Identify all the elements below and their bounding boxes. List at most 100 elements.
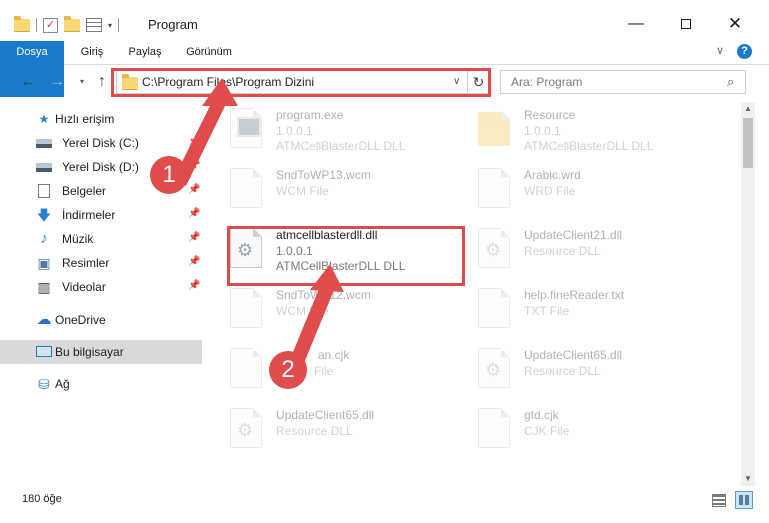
pin-icon[interactable]: 📌 — [188, 280, 200, 291]
file-name: UpdateClient65.dll — [276, 408, 375, 422]
scroll-down-icon[interactable]: ▼ — [741, 472, 755, 486]
refresh-button[interactable]: ↻ — [468, 70, 490, 94]
file-type: WCM File — [276, 304, 329, 318]
large-icons-view-icon[interactable] — [735, 491, 753, 509]
film-icon: ▥ — [37, 279, 51, 295]
file-type: Resource DLL — [524, 364, 601, 378]
pin-icon[interactable]: 📌 — [188, 208, 200, 219]
sidebar-item-network[interactable]: ⛁ Ağ — [0, 372, 202, 396]
dll-file-icon — [230, 408, 262, 448]
text-file-icon — [478, 288, 510, 328]
address-path[interactable]: C:\Program Files\Program Dizini — [142, 75, 314, 89]
file-version: 1.0.0.1 — [276, 244, 313, 258]
back-button[interactable]: ← — [18, 72, 38, 92]
sidebar-item-label: İndirmeler — [62, 208, 116, 222]
list-item[interactable]: UpdateClient65.dll Resource DLL — [210, 402, 450, 458]
tab-view[interactable]: Görünüm — [175, 41, 243, 64]
list-item[interactable]: SndToWP12.wcm WCM File — [210, 282, 450, 338]
sidebar-item-onedrive[interactable]: ☁ OneDrive — [0, 308, 202, 332]
file-list: program.exe 1.0.0.1 ATMCellBlasterDLL DL… — [210, 102, 740, 477]
search-icon[interactable]: ⌕ — [727, 74, 734, 90]
folder-icon — [478, 111, 511, 146]
new-folder-icon[interactable] — [64, 15, 80, 32]
maximize-button[interactable] — [663, 12, 709, 36]
file-name: SndToWP13.wcm — [276, 168, 371, 182]
sidebar-item-label: Yerel Disk (C:) — [62, 136, 139, 150]
picture-icon: ▣ — [37, 255, 51, 271]
help-icon[interactable]: ? — [737, 44, 752, 59]
network-icon: ⛁ — [38, 376, 50, 392]
file-type: File — [314, 364, 334, 378]
details-view-icon[interactable] — [712, 494, 726, 507]
list-item[interactable]: Resource 1.0.0.1 ATMCellBlasterDLL DLL — [458, 102, 698, 158]
pin-icon[interactable]: 📌 — [188, 256, 200, 267]
up-button[interactable]: ↑ — [92, 72, 112, 92]
window-title: Program — [148, 17, 198, 32]
list-item-target-dll[interactable]: atmcellblasterdll.dll 1.0.0.1 ATMCellBla… — [210, 222, 450, 278]
toolbar-separator — [118, 18, 120, 32]
cloud-icon: ☁ — [36, 311, 52, 328]
expand-ribbon-icon[interactable]: ∨ — [716, 44, 724, 57]
sidebar-item-music[interactable]: ♪ Müzik 📌 — [0, 227, 202, 251]
list-item[interactable]: SndToWP13.wcm WCM File — [210, 162, 450, 218]
drive-icon — [36, 163, 52, 172]
dll-file-icon — [478, 228, 510, 268]
list-item[interactable]: UpdateClient21.dll Resource DLL — [458, 222, 698, 278]
download-icon: 🡇 — [36, 207, 52, 223]
sidebar-item-downloads[interactable]: 🡇 İndirmeler 📌 — [0, 203, 202, 227]
list-item[interactable]: help.fineReader.txt TXT File — [458, 282, 698, 338]
pin-icon[interactable]: 📌 — [188, 160, 200, 171]
pin-icon[interactable]: 📌 — [188, 136, 200, 147]
sidebar-item-this-pc[interactable]: Bu bilgisayar — [0, 340, 202, 364]
file-name: gtd.cjk — [524, 408, 559, 422]
list-item[interactable]: an.cjk File — [210, 342, 450, 398]
drive-icon — [36, 139, 52, 148]
file-description: ATMCellBlasterDLL DLL — [276, 259, 406, 273]
file-name: UpdateClient21.dll — [524, 228, 623, 242]
properties-icon[interactable] — [86, 18, 102, 32]
file-type: CJK File — [524, 424, 570, 438]
scroll-up-icon[interactable]: ▲ — [741, 102, 755, 116]
file-type: WCM File — [276, 184, 329, 198]
address-dropdown-icon[interactable]: ∨ — [453, 76, 460, 87]
exe-file-icon — [230, 108, 262, 148]
tab-share[interactable]: Paylaş — [121, 41, 169, 64]
step-1-badge: 1 — [150, 156, 188, 194]
sidebar-item-local-disk-c[interactable]: Yerel Disk (C:) 📌 — [0, 131, 202, 155]
forward-button[interactable]: → — [47, 72, 67, 92]
folder-icon — [122, 74, 138, 90]
list-item[interactable]: gtd.cjk CJK File — [458, 402, 698, 458]
file-name: Resource — [524, 108, 576, 122]
minimize-button[interactable]: — — [613, 12, 659, 36]
sidebar-item-pictures[interactable]: ▣ Resimler 📌 — [0, 251, 202, 275]
scroll-thumb[interactable] — [743, 118, 753, 168]
sidebar-item-videos[interactable]: ▥ Videolar 📌 — [0, 275, 202, 299]
customize-toolbar-icon[interactable]: ▾ — [108, 21, 112, 30]
maximize-icon — [681, 18, 691, 29]
pin-icon[interactable]: 📌 — [188, 232, 200, 243]
dll-file-icon — [478, 348, 510, 388]
address-bar[interactable]: C:\Program Files\Program Dizini ∨ — [116, 70, 468, 94]
list-item[interactable]: program.exe 1.0.0.1 ATMCellBlasterDLL DL… — [210, 102, 450, 158]
search-input[interactable]: Ara: Program ⌕ — [500, 70, 746, 94]
folder-icon[interactable] — [14, 15, 30, 32]
document-icon — [38, 184, 50, 198]
properties-check-icon[interactable]: ✓ — [43, 17, 58, 33]
sidebar-item-quick-access[interactable]: ★ Hızlı erişim — [0, 107, 202, 131]
file-name: help.fineReader.txt — [524, 288, 625, 302]
close-button[interactable]: ✕ — [712, 12, 758, 36]
sidebar-item-label: Videolar — [62, 280, 106, 294]
file-name: atmcellblasterdll.dll — [276, 228, 378, 242]
tab-home[interactable]: Giriş — [66, 41, 118, 64]
pin-icon[interactable]: 📌 — [188, 184, 200, 195]
vertical-scrollbar[interactable]: ▲ ▼ — [741, 102, 755, 486]
sidebar-item-label: Ağ — [55, 377, 70, 391]
list-item[interactable]: Arabic.wrd WRD File — [458, 162, 698, 218]
title-bar: ✓ ▾ Program — ✕ — [0, 0, 769, 40]
recent-locations-button[interactable]: ▾ — [72, 72, 92, 92]
sidebar-item-label: Müzik — [62, 232, 94, 246]
blank-file-icon — [230, 288, 262, 328]
blank-file-icon — [478, 408, 510, 448]
file-type: WRD File — [524, 184, 576, 198]
list-item[interactable]: UpdateClient65.dll Resource DLL — [458, 342, 698, 398]
